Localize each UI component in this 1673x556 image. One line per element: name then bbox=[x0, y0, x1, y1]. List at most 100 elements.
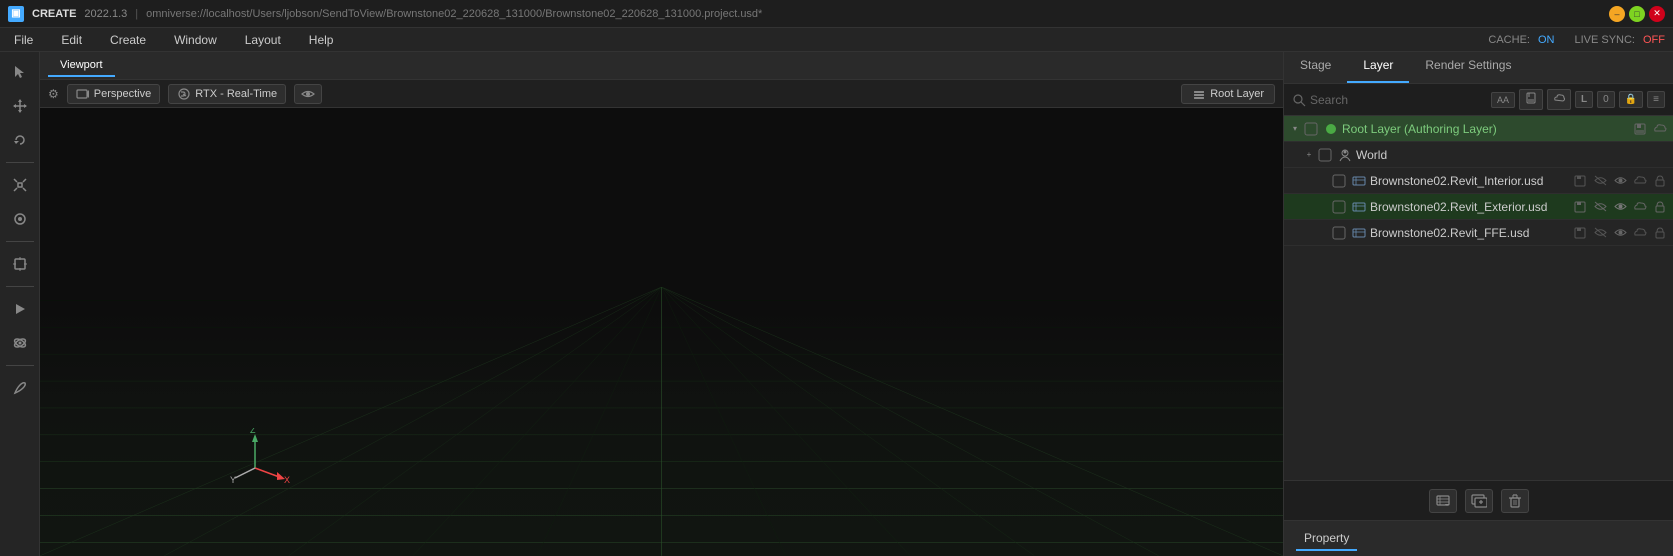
layer-row-ffe[interactable]: Brownstone02.Revit_FFE.usd bbox=[1284, 220, 1673, 246]
viewport-toolbar: ⚙ Perspective RTX - Real-Time bbox=[40, 80, 1283, 108]
layer-row-world[interactable]: + World bbox=[1284, 142, 1673, 168]
add-sublayer-btn[interactable] bbox=[1465, 489, 1493, 513]
viewport-tab[interactable]: Viewport bbox=[48, 55, 115, 77]
ffe-cloud-btn[interactable] bbox=[1631, 224, 1649, 242]
exterior-lock-btn[interactable] bbox=[1651, 198, 1669, 216]
eye-btn[interactable] bbox=[294, 84, 322, 104]
layer-row-exterior[interactable]: Brownstone02.Revit_Exterior.usd bbox=[1284, 194, 1673, 220]
axes-indicator: Z X Y bbox=[230, 428, 290, 491]
play-tool-btn[interactable] bbox=[4, 293, 36, 325]
root-layer-actions bbox=[1631, 120, 1669, 138]
interior-layer-actions bbox=[1571, 172, 1669, 190]
search-cloud-btn[interactable] bbox=[1547, 89, 1571, 110]
exterior-visibility-btn[interactable] bbox=[1611, 198, 1629, 216]
cache-info: CACHE: ON LIVE SYNC: OFF bbox=[1488, 34, 1665, 46]
exterior-hide-btn[interactable] bbox=[1591, 198, 1609, 216]
svg-text:Y: Y bbox=[230, 475, 236, 485]
search-more-btn[interactable]: ≡ bbox=[1647, 91, 1665, 108]
search-bar: AA L 0 🔒 ≡ bbox=[1284, 84, 1673, 116]
tab-layer[interactable]: Layer bbox=[1347, 52, 1409, 83]
tab-render-settings[interactable]: Render Settings bbox=[1409, 52, 1527, 83]
interior-expand[interactable] bbox=[1316, 174, 1330, 188]
interior-visibility-btn[interactable] bbox=[1611, 172, 1629, 190]
exterior-save-btn[interactable] bbox=[1571, 198, 1589, 216]
snap-tool-btn[interactable] bbox=[4, 203, 36, 235]
viewport-settings-icon[interactable]: ⚙ bbox=[48, 87, 59, 101]
layers-icon bbox=[1192, 87, 1206, 101]
rtx-btn[interactable]: RTX - Real-Time bbox=[168, 84, 286, 104]
svg-text:Z: Z bbox=[250, 428, 256, 435]
interior-hide-btn[interactable] bbox=[1591, 172, 1609, 190]
move-tool-btn[interactable] bbox=[4, 90, 36, 122]
ffe-hide-btn[interactable] bbox=[1591, 224, 1609, 242]
rotate-tool-btn[interactable] bbox=[4, 124, 36, 156]
menu-help[interactable]: Help bbox=[303, 31, 340, 49]
world-layer-checkbox[interactable] bbox=[1318, 148, 1332, 162]
close-button[interactable]: ✕ bbox=[1649, 6, 1665, 22]
search-icon bbox=[1292, 93, 1306, 107]
menu-window[interactable]: Window bbox=[168, 31, 223, 49]
property-tab[interactable]: Property bbox=[1296, 527, 1357, 551]
ffe-layer-name: Brownstone02.Revit_FFE.usd bbox=[1370, 226, 1571, 240]
menu-file[interactable]: File bbox=[8, 31, 39, 49]
ffe-checkbox[interactable] bbox=[1332, 226, 1346, 240]
layer-row-root[interactable]: ▾ Root Layer (Authoring Layer) bbox=[1284, 116, 1673, 142]
rtx-label: RTX - Real-Time bbox=[195, 88, 277, 100]
right-panel: Stage Layer Render Settings AA L 0 � bbox=[1283, 52, 1673, 556]
titlebar: ▣ CREATE 2022.1.3 | omniverse://localhos… bbox=[0, 0, 1673, 28]
search-lock-btn[interactable]: 🔒 bbox=[1619, 91, 1643, 108]
perspective-btn[interactable]: Perspective bbox=[67, 84, 160, 104]
physics-tool-btn[interactable] bbox=[4, 327, 36, 359]
root-layer-expand[interactable]: ▾ bbox=[1288, 122, 1302, 136]
toolbar-separator-2 bbox=[6, 241, 34, 242]
world-layer-expand[interactable]: + bbox=[1302, 148, 1316, 162]
toolbar-separator-4 bbox=[6, 365, 34, 366]
livesync-label: LIVE SYNC: bbox=[1574, 34, 1635, 46]
ffe-expand[interactable] bbox=[1316, 226, 1330, 240]
minimize-button[interactable]: – bbox=[1609, 6, 1625, 22]
search-count-btn[interactable]: 0 bbox=[1597, 91, 1615, 108]
world-layer-name: World bbox=[1356, 148, 1669, 162]
camera-icon bbox=[76, 87, 90, 101]
delete-layer-btn[interactable] bbox=[1501, 489, 1529, 513]
exterior-layer-actions bbox=[1571, 198, 1669, 216]
grid-svg bbox=[40, 287, 1283, 556]
add-layer-btn[interactable] bbox=[1429, 489, 1457, 513]
ffe-visibility-btn[interactable] bbox=[1611, 224, 1629, 242]
exterior-expand[interactable] bbox=[1316, 200, 1330, 214]
perspective-label: Perspective bbox=[94, 88, 151, 100]
cache-status: ON bbox=[1538, 34, 1555, 46]
search-L-btn[interactable]: L bbox=[1575, 91, 1593, 108]
search-aa-btn[interactable]: AA bbox=[1491, 92, 1515, 108]
select-tool-btn[interactable] bbox=[4, 56, 36, 88]
viewport-canvas[interactable]: Z X Y bbox=[40, 108, 1283, 556]
exterior-cloud-btn[interactable] bbox=[1631, 198, 1649, 216]
world-layer-icon bbox=[1337, 147, 1353, 163]
interior-lock-btn[interactable] bbox=[1651, 172, 1669, 190]
ffe-lock-btn[interactable] bbox=[1651, 224, 1669, 242]
layer-row-interior[interactable]: Brownstone02.Revit_Interior.usd bbox=[1284, 168, 1673, 194]
ffe-save-btn[interactable] bbox=[1571, 224, 1589, 242]
tab-stage[interactable]: Stage bbox=[1284, 52, 1347, 83]
menu-layout[interactable]: Layout bbox=[239, 31, 287, 49]
focus-tool-btn[interactable] bbox=[4, 248, 36, 280]
exterior-checkbox[interactable] bbox=[1332, 200, 1346, 214]
toolbar-separator-3 bbox=[6, 286, 34, 287]
menu-create[interactable]: Create bbox=[104, 31, 152, 49]
root-cloud-btn[interactable] bbox=[1651, 120, 1669, 138]
search-input[interactable] bbox=[1310, 93, 1487, 107]
interior-layer-name: Brownstone02.Revit_Interior.usd bbox=[1370, 174, 1571, 188]
root-layer-btn[interactable]: Root Layer bbox=[1181, 84, 1275, 104]
menu-edit[interactable]: Edit bbox=[55, 31, 88, 49]
interior-checkbox[interactable] bbox=[1332, 174, 1346, 188]
paint-tool-btn[interactable] bbox=[4, 372, 36, 404]
root-layer-checkbox[interactable] bbox=[1304, 122, 1318, 136]
scale-tool-btn[interactable] bbox=[4, 169, 36, 201]
maximize-button[interactable]: □ bbox=[1629, 6, 1645, 22]
search-save-btn[interactable] bbox=[1519, 89, 1543, 110]
root-save-btn[interactable] bbox=[1631, 120, 1649, 138]
app-name: CREATE bbox=[32, 8, 76, 20]
interior-save-btn[interactable] bbox=[1571, 172, 1589, 190]
cache-label: CACHE: bbox=[1488, 34, 1530, 46]
interior-cloud-btn[interactable] bbox=[1631, 172, 1649, 190]
